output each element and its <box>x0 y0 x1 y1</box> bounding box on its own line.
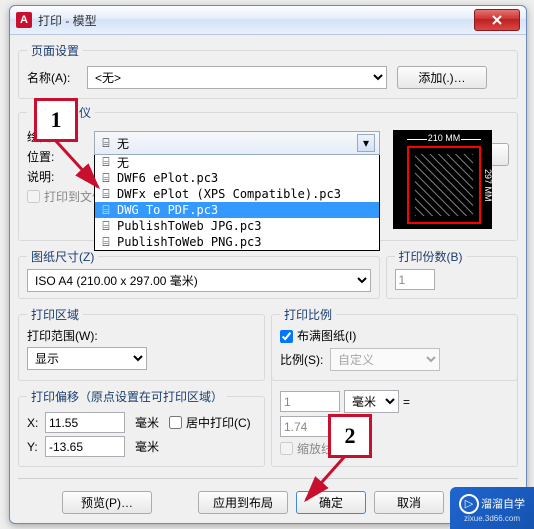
offset-legend: 打印偏移（原点设置在可打印区域） <box>27 388 227 405</box>
paper-size-group: 图纸尺寸(Z) ISO A4 (210.00 x 297.00 毫米) <box>18 248 380 299</box>
paper-size-legend: 图纸尺寸(Z) <box>27 248 98 265</box>
fit-to-paper-checkbox[interactable] <box>280 330 293 343</box>
offset-y-unit: 毫米 <box>135 438 159 455</box>
page-name-label: 名称(A): <box>27 69 87 86</box>
print-area-legend: 打印区域 <box>27 306 83 323</box>
print-range-label: 打印范围(W): <box>27 327 256 344</box>
copies-legend: 打印份数(B) <box>395 248 467 265</box>
page-setup-legend: 页面设置 <box>27 42 83 59</box>
apply-layout-button[interactable]: 应用到布局 <box>198 491 288 514</box>
scale-group-cont: 毫米 = 单位 缩放线宽 <box>271 377 518 467</box>
watermark: ▷溜溜自学 zixue.3d66.com <box>450 487 534 529</box>
paper-preview: 210 MM 297 MM <box>393 130 492 229</box>
printer-option-selected[interactable]: ⌸DWG To PDF.pc3 <box>95 202 379 218</box>
printer-dropdown-header[interactable]: ⌸ 无 ▾ <box>94 131 380 155</box>
paper-dim-width: 210 MM <box>409 133 479 143</box>
center-label: 居中打印(C) <box>186 414 251 431</box>
fit-to-paper-label: 布满图纸(I) <box>297 329 356 343</box>
printer-option[interactable]: ⌸无 <box>95 154 379 170</box>
add-button[interactable]: 添加(.)… <box>397 66 487 89</box>
scale-lw-checkbox[interactable] <box>280 442 293 455</box>
offset-group: 打印偏移（原点设置在可打印区域） X: 毫米 居中打印(C) Y: 毫米 <box>18 388 265 467</box>
close-button[interactable] <box>474 9 520 31</box>
annotation-2: 2 <box>328 414 372 458</box>
chevron-down-icon: ▾ <box>357 134 375 152</box>
print-dialog: A 打印 - 模型 页面设置 名称(A): <无> 添加(.)… 打印机图仪 特… <box>9 5 527 524</box>
printer-option[interactable]: ⌸PublishToWeb JPG.pc3 <box>95 218 379 234</box>
printer-current: 无 <box>117 135 129 152</box>
page-name-select[interactable]: <无> <box>87 66 387 89</box>
copies-group: 打印份数(B) <box>386 248 519 299</box>
printer-dropdown: ⌸ 无 ▾ ⌸无 ⌸DWF6 ePlot.pc3 ⌸DWFx ePlot (XP… <box>94 131 380 251</box>
scale-group: 打印比例 布满图纸(I) 比例(S): 自定义 <box>271 306 518 381</box>
copies-input[interactable] <box>395 269 435 290</box>
offset-y-input[interactable] <box>45 436 125 457</box>
paper-dim-height: 297 MM <box>481 148 493 222</box>
location-label: 位置: <box>27 148 87 165</box>
watermark-name: 溜溜自学 <box>481 498 525 510</box>
printer-option[interactable]: ⌸PublishToWeb PNG.pc3 <box>95 234 379 250</box>
paper-size-select[interactable]: ISO A4 (210.00 x 297.00 毫米) <box>27 269 371 292</box>
cancel-button[interactable]: 取消 <box>374 491 444 514</box>
watermark-logo-icon: ▷ <box>459 494 479 514</box>
paper-hatch <box>415 154 473 216</box>
titlebar: A 打印 - 模型 <box>10 6 526 35</box>
printer-icon: ⌸ <box>99 136 113 151</box>
offset-x-input[interactable] <box>45 412 125 433</box>
watermark-url: zixue.3d66.com <box>464 514 520 523</box>
desc-label: 说明: <box>27 168 87 185</box>
annotation-1: 1 <box>34 98 78 142</box>
app-icon: A <box>16 12 32 28</box>
printer-option[interactable]: ⌸DWFx ePlot (XPS Compatible).pc3 <box>95 186 379 202</box>
paper-sheet: 210 MM 297 MM <box>407 146 481 224</box>
print-range-select[interactable]: 显示 <box>27 347 147 370</box>
scale-ratio-label: 比例(S): <box>280 351 330 368</box>
print-area-group: 打印区域 打印范围(W): 显示 <box>18 306 265 381</box>
ok-button[interactable]: 确定 <box>296 491 366 514</box>
footer: 预览(P)… 应用到布局 确定 取消 <box>18 485 518 520</box>
offset-x-unit: 毫米 <box>135 414 159 431</box>
dialog-title: 打印 - 模型 <box>38 12 97 29</box>
scale-eq: = <box>403 395 410 409</box>
scale-ratio-select[interactable]: 自定义 <box>330 348 440 371</box>
scale-legend: 打印比例 <box>280 306 336 323</box>
page-setup-group: 页面设置 名称(A): <无> 添加(.)… <box>18 42 518 99</box>
scale-unit1-select[interactable]: 毫米 <box>344 390 399 413</box>
preview-button[interactable]: 预览(P)… <box>62 491 152 514</box>
printer-option[interactable]: ⌸DWF6 ePlot.pc3 <box>95 170 379 186</box>
scale-unit1-input[interactable] <box>280 391 340 412</box>
print-to-file-checkbox[interactable] <box>27 190 40 203</box>
center-checkbox[interactable] <box>169 416 182 429</box>
offset-y-label: Y: <box>27 440 45 454</box>
offset-x-label: X: <box>27 416 45 430</box>
